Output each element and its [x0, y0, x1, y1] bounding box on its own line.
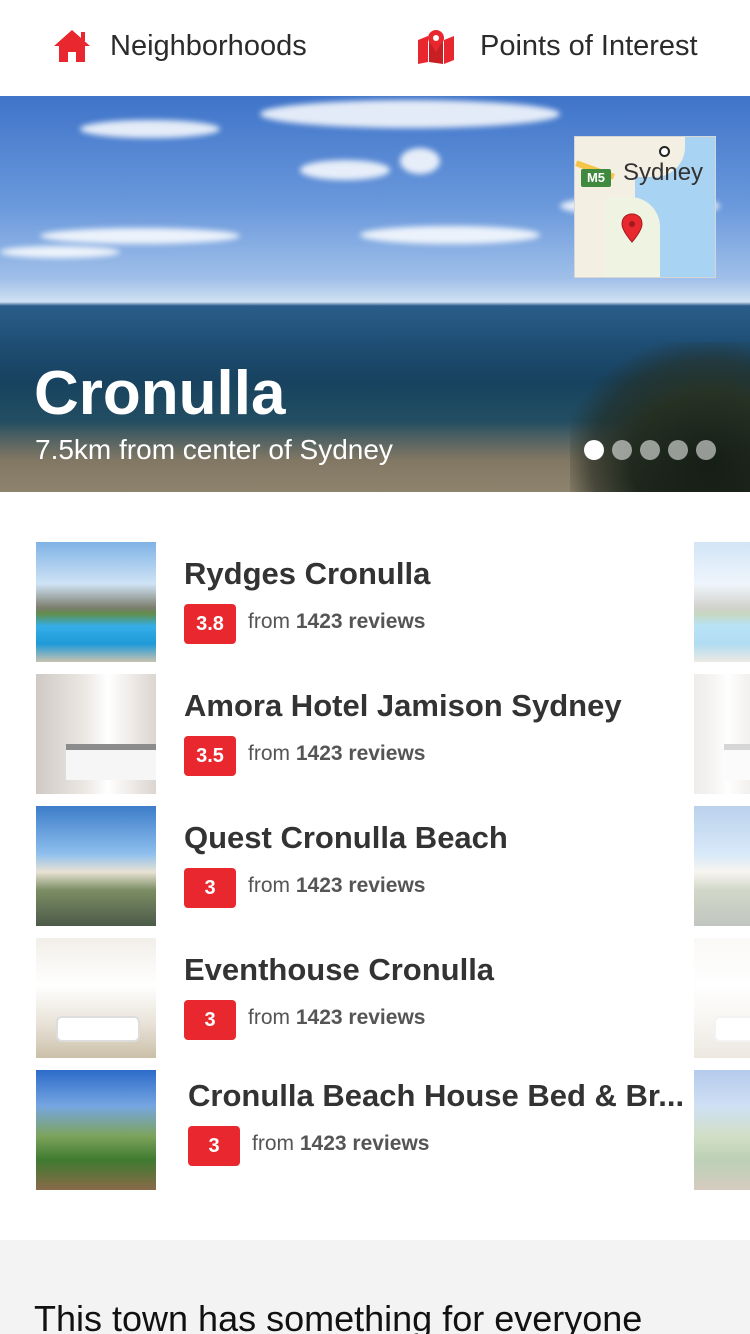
next-card-preview[interactable] [694, 938, 750, 1058]
review-summary: from 1423 reviews [252, 1132, 430, 1155]
hotel-row[interactable]: Amora Hotel Jamison Sydney 3.5 from 1423… [0, 674, 750, 794]
hero-banner[interactable]: M5 Sydney Cronulla 7.5km from center of … [0, 96, 750, 492]
next-card-preview[interactable] [694, 542, 750, 662]
review-summary: from 1423 reviews [248, 874, 426, 897]
map-pin-icon [418, 30, 454, 64]
top-navigation: Neighborhoods Points of Interest [0, 0, 750, 96]
next-card-preview[interactable] [694, 1070, 750, 1190]
road-label: M5 [581, 169, 611, 187]
rating-badge: 3 [184, 868, 236, 908]
city-marker [659, 146, 670, 157]
points-of-interest-label: Points of Interest [480, 29, 698, 62]
hotel-name: Quest Cronulla Beach [184, 820, 508, 855]
hotel-thumbnail [36, 542, 156, 662]
hotel-row[interactable]: Rydges Cronulla 3.8 from 1423 reviews [0, 542, 750, 662]
carousel-dot-3[interactable] [640, 440, 660, 460]
carousel-dot-5[interactable] [696, 440, 716, 460]
review-summary: from 1423 reviews [248, 1006, 426, 1029]
rating-badge: 3 [188, 1126, 240, 1166]
hotel-name: Amora Hotel Jamison Sydney [184, 688, 622, 723]
hotel-name: Cronulla Beach House Bed & Br... [188, 1078, 685, 1113]
section-heading: This town has something for everyone [34, 1298, 643, 1334]
neighborhoods-label: Neighborhoods [110, 29, 307, 62]
town-title: Cronulla [34, 359, 286, 428]
carousel-dot-1[interactable] [584, 440, 604, 460]
town-distance: 7.5km from center of Sydney [35, 434, 393, 465]
map-city-label: Sydney [623, 159, 704, 186]
hotel-row[interactable]: Cronulla Beach House Bed & Br... 3 from … [0, 1070, 750, 1190]
review-summary: from 1423 reviews [248, 742, 426, 765]
hotel-row[interactable]: Eventhouse Cronulla 3 from 1423 reviews [0, 938, 750, 1058]
rating-badge: 3 [184, 1000, 236, 1040]
hotel-thumbnail [36, 806, 156, 926]
hotel-thumbnail [36, 938, 156, 1058]
town-highlights-section: This town has something for everyone [0, 1240, 750, 1334]
carousel-dot-2[interactable] [612, 440, 632, 460]
location-minimap[interactable]: M5 Sydney [574, 136, 716, 278]
location-pin-icon [621, 213, 643, 243]
hotel-name: Eventhouse Cronulla [184, 952, 495, 987]
neighborhoods-tab[interactable]: Neighborhoods [52, 26, 307, 66]
rating-badge: 3.8 [184, 604, 236, 644]
next-card-preview[interactable] [694, 674, 750, 794]
rating-badge: 3.5 [184, 736, 236, 776]
hotel-row[interactable]: Quest Cronulla Beach 3 from 1423 reviews [0, 806, 750, 926]
points-of-interest-tab[interactable]: Points of Interest [416, 26, 698, 66]
hotel-thumbnail [36, 674, 156, 794]
home-icon [54, 30, 90, 62]
hotel-thumbnail [36, 1070, 156, 1190]
next-card-preview[interactable] [694, 806, 750, 926]
carousel-dots [584, 440, 716, 460]
review-summary: from 1423 reviews [248, 610, 426, 633]
carousel-dot-4[interactable] [668, 440, 688, 460]
hotel-name: Rydges Cronulla [184, 556, 431, 591]
